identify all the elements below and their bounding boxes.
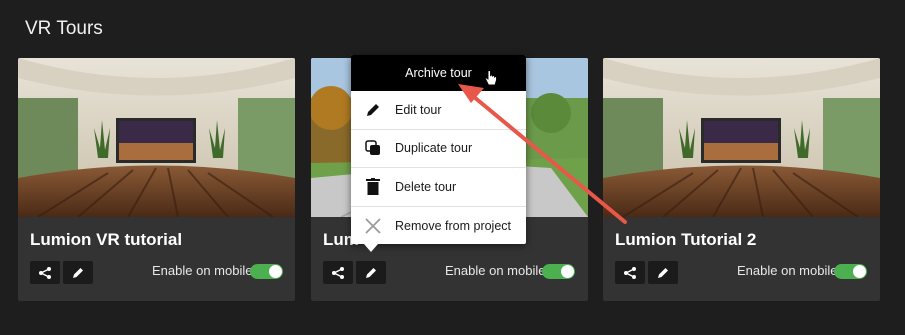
mobile-toggle-label: Enable on mobile [445,263,546,278]
share-button[interactable] [323,261,353,284]
menu-item-label: Edit tour [395,102,442,117]
hand-cursor-icon [484,70,497,86]
tour-title: Lumion VR tutorial [30,230,183,249]
menu-item-remove-from-project[interactable]: Remove from project [351,207,526,245]
share-icon [39,266,51,279]
share-icon [624,266,636,279]
share-button[interactable] [615,261,645,284]
edit-button[interactable] [63,261,93,284]
menu-item-duplicate-tour[interactable]: Duplicate tour [351,130,526,168]
menu-item-label: Delete tour [395,179,457,194]
menu-item-delete-tour[interactable]: Delete tour [351,168,526,207]
close-icon [351,218,395,234]
pencil-icon [351,102,395,118]
pencil-icon [366,267,376,278]
tour-title: Lumion Tutorial 2 [615,230,757,249]
share-button[interactable] [30,261,60,284]
share-icon [332,266,344,279]
mobile-toggle-label: Enable on mobile [152,263,253,278]
mobile-toggle[interactable] [250,264,283,279]
trash-icon [351,178,395,196]
mobile-toggle[interactable] [542,264,575,279]
mobile-toggle-label: Enable on mobile [737,263,838,278]
pencil-icon [73,267,83,278]
menu-item-label: Remove from project [395,218,512,233]
edit-button[interactable] [356,261,386,284]
mobile-toggle[interactable] [834,264,867,279]
tour-context-menu: Archive tour Edit tour Duplicate tour De… [351,55,526,244]
tour-thumbnail[interactable] [603,58,880,217]
menu-pointer [364,244,378,252]
tour-thumbnail[interactable] [18,58,295,217]
tour-card: Lumion VR tutorial Enable on mobile [18,58,295,301]
duplicate-icon [351,140,395,156]
archive-tour-button[interactable]: Archive tour [351,55,526,91]
menu-item-edit-tour[interactable]: Edit tour [351,91,526,130]
pencil-icon [658,267,668,278]
menu-item-label: Duplicate tour [395,141,473,156]
edit-button[interactable] [648,261,678,284]
page-title: VR Tours [25,18,103,39]
tour-card: Lumion Tutorial 2 Enable on mobile [603,58,880,301]
